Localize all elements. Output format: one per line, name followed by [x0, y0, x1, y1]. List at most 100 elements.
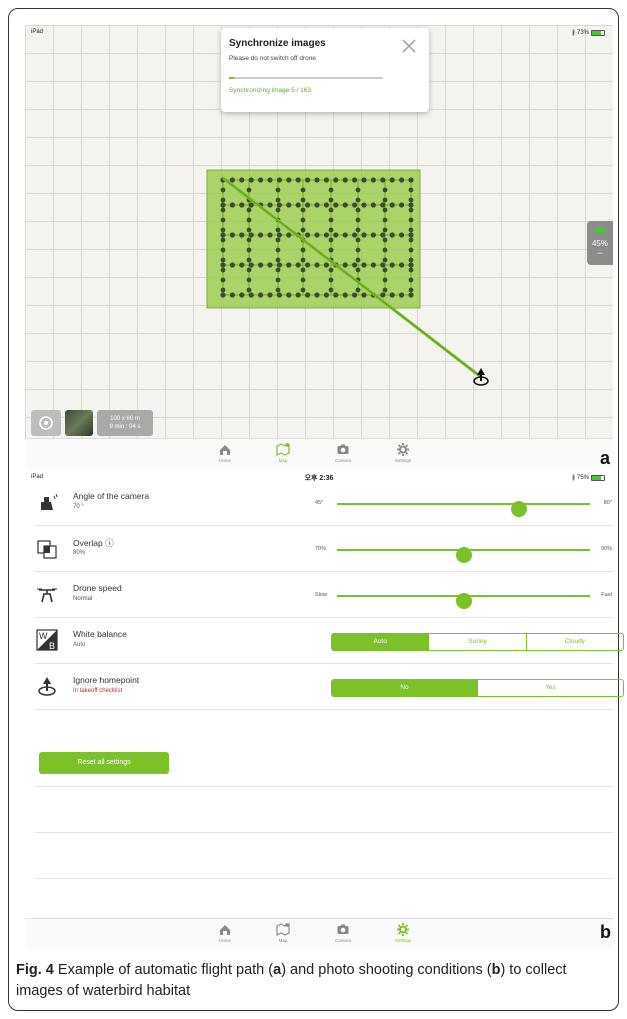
waypoint — [300, 227, 306, 233]
waypoint — [248, 262, 254, 268]
waypoint — [333, 202, 339, 208]
waypoint — [275, 187, 281, 193]
waypoint — [220, 217, 226, 223]
tab-camera[interactable]: Camera — [323, 442, 363, 463]
panel-label-a: a — [600, 448, 611, 468]
segment-option-auto[interactable]: Auto — [332, 634, 429, 650]
reset-settings-button[interactable]: Reset all settings — [39, 752, 169, 774]
setting-row: Angle of the camera 70 ° 45° 80° — [35, 480, 613, 526]
waypoint — [380, 232, 386, 238]
waypoint — [408, 197, 414, 203]
waypoint — [305, 202, 311, 208]
gear-icon — [397, 443, 409, 456]
waypoint — [380, 292, 386, 298]
waypoint — [258, 232, 264, 238]
waypoint — [300, 207, 306, 213]
segment-option-no[interactable]: No — [332, 680, 477, 696]
tab-map[interactable]: Map — [263, 922, 303, 943]
waypoint — [408, 207, 414, 213]
waypoint — [239, 292, 245, 298]
setting-name: Drone speed — [73, 583, 122, 593]
tab-home[interactable]: Home — [205, 922, 245, 943]
slider-knob[interactable] — [455, 593, 472, 609]
waypoint — [275, 257, 281, 263]
waypoint — [389, 232, 395, 238]
waypoint — [295, 202, 301, 208]
waypoint — [389, 177, 395, 183]
caption-text: Example of automatic flight path ( — [53, 962, 274, 978]
divider — [35, 832, 613, 833]
waypoint — [286, 262, 292, 268]
waypoint — [246, 277, 252, 283]
slider-knob[interactable] — [511, 501, 528, 517]
waypoint — [295, 177, 301, 183]
close-icon[interactable] — [401, 38, 417, 54]
segmented-control: No Yes — [331, 679, 624, 697]
setting-row: Ignore homepoint In takeoff checklist No Ye… — [35, 664, 624, 710]
map-icon — [276, 443, 290, 456]
locate-button[interactable] — [31, 410, 61, 436]
drone-battery-dots: ••• — [597, 251, 603, 257]
segmented-control: Auto Sunny Cloudy — [331, 633, 624, 651]
mission-time: 9 min : 04 s — [109, 424, 141, 430]
setting-value: Auto — [73, 642, 86, 648]
tab-home[interactable]: Home — [205, 442, 245, 463]
waypoint — [276, 262, 282, 268]
waypoint — [300, 277, 306, 283]
waypoint — [323, 262, 329, 268]
waypoint — [246, 187, 252, 193]
waypoint — [382, 247, 388, 253]
waypoint — [258, 262, 264, 268]
setting-name: Overlap ⓘ — [73, 538, 114, 548]
waypoint — [399, 177, 405, 183]
waypoint — [300, 217, 306, 223]
slider-track — [337, 547, 590, 563]
waypoint — [220, 287, 226, 293]
waypoint — [220, 187, 226, 193]
segment-option-sunny[interactable]: Sunny — [428, 634, 525, 650]
setting-slider[interactable]: 45° 80° — [315, 498, 612, 517]
segment-option-cloudy[interactable]: Cloudy — [525, 634, 623, 650]
tab-camera[interactable]: Camera — [323, 922, 363, 943]
waypoint — [399, 232, 405, 238]
waypoint — [408, 217, 414, 223]
waypoint — [246, 217, 252, 223]
waypoint — [380, 177, 386, 183]
setting-row: Drone speed Normal Slow Fast — [35, 572, 613, 618]
sync-title: Synchronize images — [229, 38, 326, 49]
waypoint — [352, 262, 358, 268]
waypoint — [408, 257, 414, 263]
waypoint — [361, 232, 367, 238]
waypoint — [355, 287, 361, 293]
waypoint — [220, 247, 226, 253]
waypoint — [314, 232, 320, 238]
tab-label: Settings — [394, 458, 412, 463]
home-point-icon — [473, 368, 489, 386]
setting-slider[interactable]: Slow Fast — [315, 590, 612, 609]
segment-option-yes[interactable]: Yes — [477, 680, 623, 696]
overlap-icon — [37, 540, 57, 559]
waypoint — [246, 227, 252, 233]
waypoint — [314, 262, 320, 268]
slider-knob[interactable] — [455, 547, 472, 563]
drone-battery-widget[interactable]: 45% ••• — [587, 221, 613, 265]
waypoint — [275, 287, 281, 293]
tab-map[interactable]: Map — [263, 442, 303, 463]
waypoint — [389, 292, 395, 298]
setting-slider[interactable]: 70% 90% — [315, 544, 612, 563]
waypoint — [342, 202, 348, 208]
waypoint — [399, 292, 405, 298]
tab-settings[interactable]: Settings — [383, 442, 423, 463]
waypoint — [333, 232, 339, 238]
map-thumbnail[interactable] — [65, 410, 93, 436]
divider — [35, 878, 613, 879]
waypoint — [355, 187, 361, 193]
waypoint — [276, 232, 282, 238]
map-screen[interactable]: iPad 오후 2:46 ∦ 73% Synchronize images Pl… — [25, 25, 613, 468]
waypoint — [229, 262, 235, 268]
setting-value: 80% — [73, 550, 86, 556]
waypoint — [382, 257, 388, 263]
waypoint — [220, 207, 226, 213]
tab-settings[interactable]: Settings — [383, 922, 423, 943]
waypoint — [220, 292, 226, 298]
